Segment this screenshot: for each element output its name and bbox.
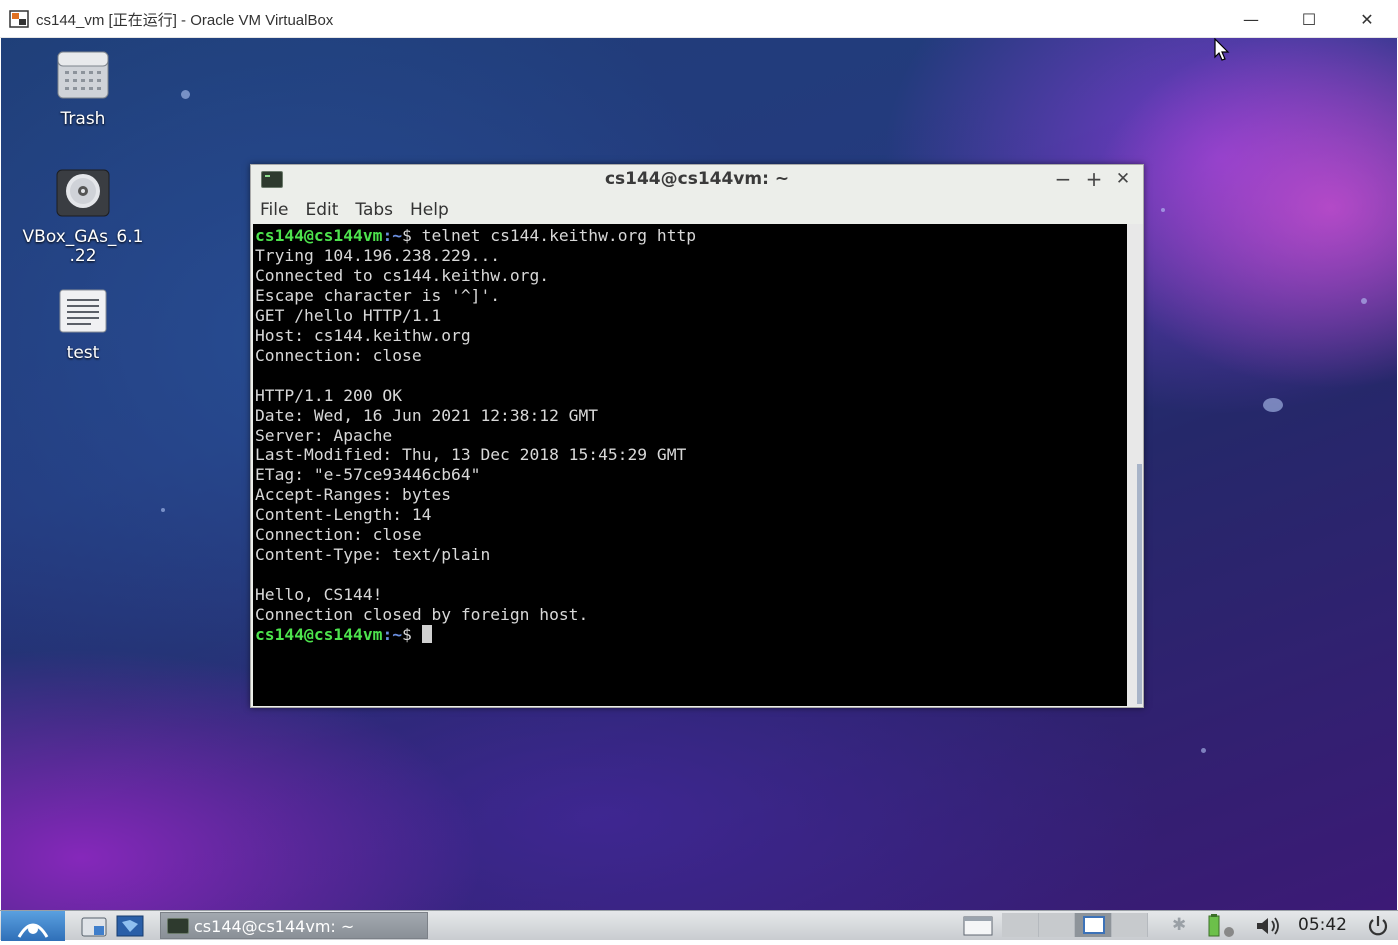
power-icon[interactable] [1366, 914, 1390, 938]
terminal-scrollbar[interactable] [1127, 224, 1143, 706]
terminal-output-line: Content-Type: text/plain [255, 545, 491, 565]
terminal-minimize-button[interactable]: − [1051, 167, 1075, 191]
terminal-maximize-button[interactable]: + [1082, 167, 1106, 191]
window-list-icon[interactable] [962, 914, 994, 938]
host-minimize-button[interactable]: — [1222, 0, 1280, 38]
terminal-output-line: Date: Wed, 16 Jun 2021 12:38:12 GMT [255, 405, 599, 425]
text-cursor [421, 625, 432, 644]
terminal-title: cs144@cs144vm: ~ [604, 169, 790, 189]
bluetooth-icon[interactable]: ✱ [1172, 915, 1186, 935]
host-maximize-button[interactable]: ☐ [1280, 0, 1338, 38]
terminal-close-button[interactable]: ✕ [1111, 167, 1135, 191]
lxde-logo-icon [17, 923, 49, 938]
terminal-menu-bar: File Edit Tabs Help [251, 195, 1143, 223]
host-close-button[interactable]: ✕ [1338, 0, 1396, 38]
cd-disc-icon [56, 169, 110, 217]
file-manager-icon[interactable] [80, 914, 108, 938]
scrollbar-thumb[interactable] [1137, 464, 1142, 704]
terminal-output-line: Connection closed by foreign host. [255, 605, 589, 625]
taskbar-item-terminal[interactable]: cs144@cs144vm: ~ [160, 912, 428, 939]
menu-file[interactable]: File [251, 195, 296, 223]
desktop-pager-1[interactable] [1002, 913, 1039, 937]
prompt-path: :~ [382, 226, 403, 245]
desktop-icon-label: VBox_GAs_6.1 .22 [22, 227, 144, 266]
background-star [181, 90, 190, 99]
terminal-output-line: ETag: "e-57ce93446cb64" [255, 465, 481, 485]
virtualbox-app-icon[interactable] [9, 10, 29, 28]
terminal-output-line: Connection: close [255, 525, 422, 545]
background-star [1361, 298, 1367, 304]
desktop-icon-label: Trash [60, 109, 106, 129]
mouse-pointer-icon [1214, 38, 1230, 61]
battery-network-icon[interactable] [1205, 913, 1239, 939]
host-title-bar: cs144_vm [正在运行] - Oracle VM VirtualBox —… [0, 0, 1398, 38]
desktop-icon-trash[interactable]: Trash [8, 50, 158, 129]
desktop-pager-2[interactable] [1038, 913, 1075, 937]
prompt-user: cs144@cs144vm [255, 625, 383, 645]
desktop-icon-test[interactable]: test [8, 288, 158, 363]
terminal-output: cs144@cs144vm:~$ telnet cs144.keithw.org… [255, 226, 696, 645]
terminal-prompt-line: cs144@cs144vm:~$ telnet cs144.keithw.org… [255, 226, 696, 246]
terminal-output-line: Accept-Ranges: bytes [255, 485, 452, 505]
taskbar: cs144@cs144vm: ~ ✱ 05:42 [0, 910, 1398, 941]
terminal-output-line: Server: Apache [255, 425, 393, 445]
terminal-output-line: Connected to cs144.keithw.org. [255, 265, 550, 285]
background-star [1161, 208, 1165, 212]
terminal-output-line: Hello, CS144! [255, 585, 383, 605]
desktop-pager-4[interactable] [1111, 913, 1148, 937]
terminal-output-line: Trying 104.196.238.229... [255, 245, 501, 265]
desktop-pager-3[interactable] [1075, 913, 1112, 937]
terminal-window[interactable]: cs144@cs144vm: ~ − + ✕ File Edit Tabs He… [250, 164, 1144, 708]
prompt-path: :~ [382, 625, 403, 645]
menu-help[interactable]: Help [401, 195, 457, 223]
desktop-pager[interactable] [1002, 913, 1148, 937]
terminal-screen[interactable]: cs144@cs144vm:~$ telnet cs144.keithw.org… [253, 224, 1127, 706]
start-menu-button[interactable] [1, 911, 65, 941]
background-star [1263, 398, 1283, 412]
desktop-switch-icon[interactable] [116, 914, 144, 938]
terminal-title-bar[interactable]: cs144@cs144vm: ~ − + ✕ [251, 165, 1143, 195]
taskbar-clock[interactable]: 05:42 [1298, 915, 1347, 935]
terminal-output-line: Connection: close [255, 345, 422, 365]
background-star [1201, 748, 1206, 753]
host-window-title: cs144_vm [正在运行] - Oracle VM VirtualBox [36, 12, 334, 29]
desktop-icon-vbox-gas[interactable]: VBox_GAs_6.1 .22 [8, 168, 158, 266]
terminal-output-line: GET /hello HTTP/1.1 [255, 305, 442, 325]
menu-tabs[interactable]: Tabs [346, 195, 401, 223]
taskbar-item-label: cs144@cs144vm: ~ [194, 917, 355, 936]
background-star [161, 508, 165, 512]
terminal-icon [167, 918, 189, 934]
volume-icon[interactable] [1254, 915, 1284, 937]
terminal-output-line: Host: cs144.keithw.org [255, 325, 471, 345]
terminal-output-line: Content-Length: 14 [255, 505, 432, 525]
terminal-prompt-line: cs144@cs144vm:~$ [255, 625, 696, 645]
prompt-user: cs144@cs144vm [255, 226, 383, 245]
text-file-icon [59, 289, 107, 333]
menu-edit[interactable]: Edit [296, 195, 346, 223]
terminal-output-line: Last-Modified: Thu, 13 Dec 2018 15:45:29… [255, 445, 687, 465]
desktop-icon-label: test [66, 343, 100, 363]
prompt-command: $ telnet cs144.keithw.org http [402, 226, 697, 245]
trash-icon [57, 51, 109, 99]
terminal-output-line: Escape character is '^]'. [255, 285, 501, 305]
prompt-command: $ [402, 625, 422, 645]
terminal-output-line: HTTP/1.1 200 OK [255, 385, 403, 405]
